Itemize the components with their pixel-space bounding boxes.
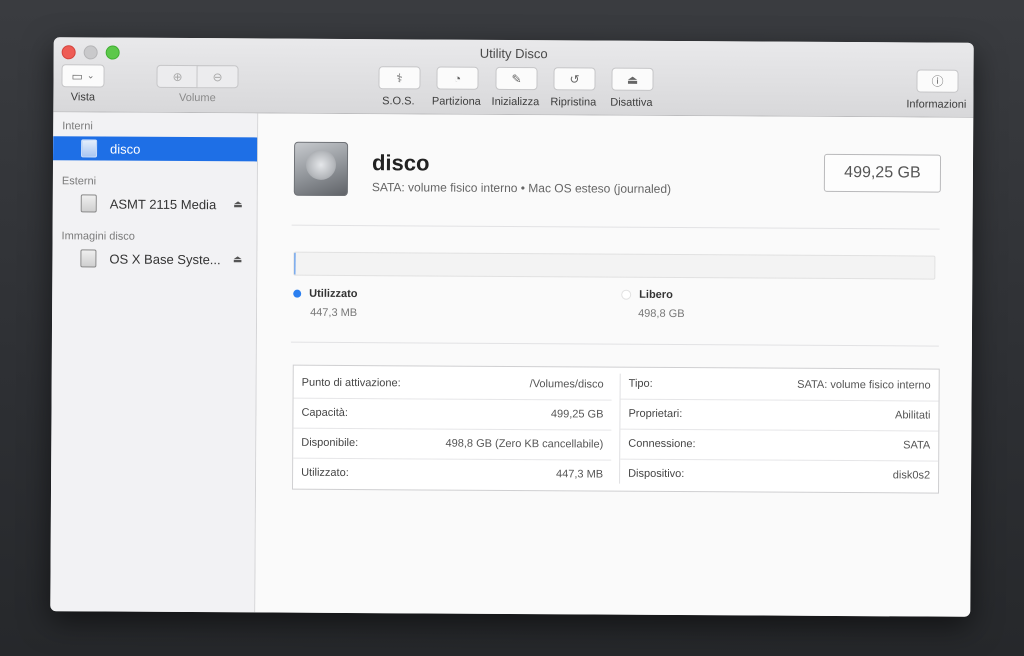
usage-bar xyxy=(293,251,936,280)
partition-pie-icon: ◔ xyxy=(453,71,462,86)
used-dot-icon xyxy=(293,289,302,298)
main-content: disco SATA: volume fisico interno • Mac … xyxy=(255,113,974,617)
used-value: 447,3 MB xyxy=(310,306,358,320)
erase-icon: ✎ xyxy=(511,71,522,86)
sidebar-item-asmt[interactable]: ASMT 2115 Media ⏏ xyxy=(53,191,257,216)
sidebar-item-label: OS X Base Syste... xyxy=(109,251,221,267)
info-row: Dispositivo: disk0s2 xyxy=(620,459,938,491)
sidebar-item-label: ASMT 2115 Media xyxy=(109,196,217,212)
info-icon: ⓘ xyxy=(931,74,944,89)
volume-label: Volume xyxy=(178,91,216,105)
info-row: Connessione: SATA xyxy=(620,428,939,462)
info-key: Disponibile: xyxy=(301,436,359,450)
info-value: 447,3 MB xyxy=(555,468,604,481)
info-label: Informazioni xyxy=(906,98,967,111)
info-key: Punto di attivazione: xyxy=(301,376,401,390)
info-table: Punto di attivazione: /Volumes/disco Cap… xyxy=(292,364,940,494)
sidebar-section-disk-images: Immagini disco xyxy=(61,230,135,243)
first-aid-button[interactable]: ⚕ xyxy=(378,66,421,90)
legend-used: Utilizzato xyxy=(293,287,358,301)
hard-drive-icon xyxy=(293,141,349,196)
restore-arrow-icon: ↺ xyxy=(569,71,580,86)
info-value: /Volumes/disco xyxy=(529,378,604,391)
external-disk-icon xyxy=(80,194,97,213)
window-title: Utility Disco xyxy=(479,45,548,62)
sidebar-toggle-icon: ▭ xyxy=(71,68,83,83)
info-row: Proprietari: Abilitati xyxy=(620,398,939,432)
disk-name: disco xyxy=(371,150,430,176)
unmount-icon: ⏏ xyxy=(626,72,639,87)
free-value: 498,8 GB xyxy=(638,307,685,321)
info-key: Capacità: xyxy=(301,406,348,419)
sidebar-item-osx-base[interactable]: OS X Base Syste... ⏏ xyxy=(52,246,256,271)
disk-utility-window: Utility Disco ▭ ⌄ Vista ⊕ ⊖ Volume ⚕ S.O… xyxy=(50,37,974,617)
disk-size-badge: 499,25 GB xyxy=(823,153,942,193)
sidebar-section-internal: Interni xyxy=(62,120,93,133)
eject-icon[interactable]: ⏏ xyxy=(233,254,243,265)
view-label: Vista xyxy=(70,91,96,104)
erase-button[interactable]: ✎ xyxy=(495,66,538,91)
usage-bar-used xyxy=(294,252,296,275)
divider xyxy=(291,224,940,230)
disk-description: SATA: volume fisico interno • Mac OS est… xyxy=(371,180,672,196)
info-button[interactable]: ⓘ xyxy=(916,69,959,93)
info-value: 498,8 GB (Zero KB cancellabile) xyxy=(445,437,604,451)
info-key: Tipo: xyxy=(628,377,653,390)
info-key: Utilizzato: xyxy=(301,466,349,480)
restore-button[interactable]: ↺ xyxy=(553,67,596,91)
info-value: SATA: volume fisico interno xyxy=(797,378,931,392)
used-label: Utilizzato xyxy=(309,287,358,301)
sidebar-section-external: Esterni xyxy=(61,175,97,188)
eject-icon[interactable]: ⏏ xyxy=(233,199,243,210)
erase-label: Inizializza xyxy=(491,95,540,109)
add-volume-icon: ⊕ xyxy=(172,69,183,84)
info-value: 499,25 GB xyxy=(550,408,604,421)
stethoscope-icon: ⚕ xyxy=(396,70,403,85)
info-key: Connessione: xyxy=(628,437,696,451)
partition-button[interactable]: ◔ xyxy=(436,66,479,90)
info-row: Punto di attivazione: /Volumes/disco xyxy=(293,367,612,401)
free-dot-icon xyxy=(621,289,632,300)
remove-volume-button[interactable]: ⊖ xyxy=(196,65,239,89)
unmount-label: Disattiva xyxy=(610,96,653,109)
info-column-left: Punto di attivazione: /Volumes/disco Cap… xyxy=(293,366,612,491)
first-aid-label: S.O.S. xyxy=(382,95,415,108)
internal-disk-icon xyxy=(81,139,98,158)
info-key: Proprietari: xyxy=(628,407,683,421)
unmount-button[interactable]: ⏏ xyxy=(611,67,654,91)
info-value: Abilitati xyxy=(894,409,931,422)
chevron-down-icon: ⌄ xyxy=(86,70,95,81)
free-label: Libero xyxy=(639,288,673,301)
info-row: Utilizzato: 447,3 MB xyxy=(293,458,611,490)
info-column-right: Tipo: SATA: volume fisico interno Propri… xyxy=(620,368,939,493)
sidebar: Interni disco Esterni ASMT 2115 Media ⏏ … xyxy=(50,112,259,613)
sidebar-item-disco[interactable]: disco xyxy=(53,136,258,162)
remove-volume-icon: ⊖ xyxy=(212,69,223,84)
sidebar-item-label: disco xyxy=(110,141,141,157)
legend-free: Libero xyxy=(621,289,673,301)
toolbar: Utility Disco ▭ ⌄ Vista ⊕ ⊖ Volume ⚕ S.O… xyxy=(53,37,974,118)
add-volume-button[interactable]: ⊕ xyxy=(156,64,199,89)
divider xyxy=(290,341,939,347)
info-row: Capacità: 499,25 GB xyxy=(293,397,612,431)
info-value: SATA xyxy=(903,439,931,452)
disk-image-icon xyxy=(80,249,97,268)
info-row: Disponibile: 498,8 GB (Zero KB cancellab… xyxy=(293,427,612,461)
partition-label: Partiziona xyxy=(431,95,481,108)
info-row: Tipo: SATA: volume fisico interno xyxy=(620,368,939,402)
info-key: Dispositivo: xyxy=(628,467,685,481)
info-value: disk0s2 xyxy=(892,469,931,482)
view-button[interactable]: ▭ ⌄ xyxy=(61,64,105,88)
restore-label: Ripristina xyxy=(550,96,597,109)
